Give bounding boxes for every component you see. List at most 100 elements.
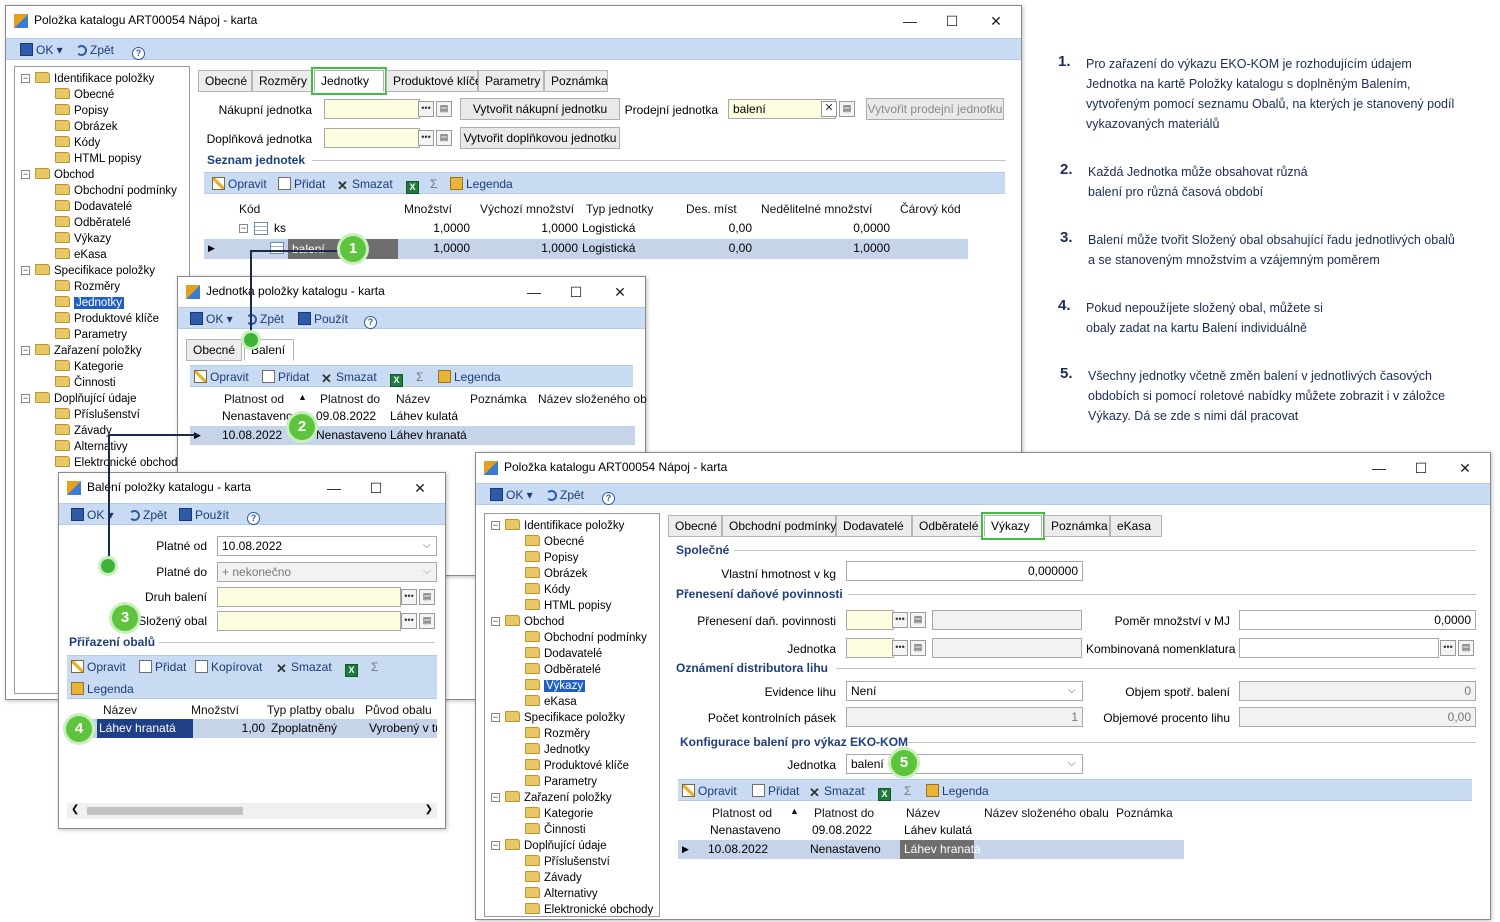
delete-button[interactable]: ✕ Smazat <box>808 782 865 800</box>
tree-item[interactable]: Odběratelé <box>525 662 601 678</box>
clear-icon[interactable]: ✕ <box>821 101 837 117</box>
edit-button[interactable]: Opravit <box>71 658 126 676</box>
collapse-icon[interactable]: − <box>21 266 30 275</box>
tree-item[interactable]: Obchodní podmínky <box>55 183 177 199</box>
hmotnost-input[interactable]: 0,000000 <box>846 561 1083 581</box>
tree-item[interactable]: Jednotky <box>55 295 125 311</box>
tab-odberatele[interactable]: Odběratelé <box>912 515 982 537</box>
col-vychozi[interactable]: Výchozí množství <box>480 202 574 216</box>
tree-item[interactable]: Rozměry <box>525 726 590 742</box>
back-button[interactable]: Zpět <box>129 506 167 524</box>
col-carovy[interactable]: Čárový kód <box>900 202 961 216</box>
use-button[interactable]: Použít <box>179 506 229 524</box>
chevron-down-icon[interactable]: ⌵ <box>1068 681 1076 700</box>
col-typ-platby[interactable]: Typ platby obalu <box>267 703 354 717</box>
scroll-left-icon[interactable]: ❮ <box>71 804 79 815</box>
collapse-icon[interactable]: − <box>239 224 248 233</box>
back-button[interactable]: Zpět <box>546 486 584 504</box>
lookup-icon[interactable]: ▤ <box>436 101 452 117</box>
collapse-icon[interactable]: − <box>491 793 500 802</box>
tab-obecne[interactable]: Obecné <box>198 70 252 92</box>
tree-item[interactable]: Produktové klíče <box>525 758 629 774</box>
collapse-icon[interactable]: − <box>21 74 30 83</box>
col-platnost-do[interactable]: Platnost do <box>320 392 380 406</box>
minimize-icon[interactable]: — <box>519 281 549 303</box>
tree-item[interactable]: Obchodní podmínky <box>525 630 647 646</box>
col-platnost-od[interactable]: Platnost od <box>224 392 284 406</box>
maximize-icon[interactable]: ☐ <box>561 281 591 303</box>
minimize-icon[interactable]: — <box>895 10 925 32</box>
tree-item[interactable]: Identifikace položky <box>505 518 624 534</box>
legend-button[interactable]: Legenda <box>450 175 513 193</box>
tab-jednotky[interactable]: Jednotky <box>311 67 387 95</box>
excel-button[interactable]: X <box>390 368 406 387</box>
table-row[interactable]: ▶ 10.08.2022 Nenastaveno Láhev hranatá <box>678 840 1184 859</box>
tree-item[interactable]: Obchod <box>505 614 564 630</box>
tree-item[interactable]: Obecné <box>55 87 114 103</box>
legend-button[interactable]: Legenda <box>71 680 134 698</box>
edit-button[interactable]: Opravit <box>194 368 249 386</box>
tree-item[interactable]: Zařazení položky <box>505 790 612 806</box>
add-button[interactable]: Přidat <box>752 782 799 800</box>
pasky-input[interactable]: 1 <box>846 707 1083 727</box>
close-icon[interactable]: ✕ <box>605 281 635 303</box>
tree-item[interactable]: Dodavatelé <box>525 646 602 662</box>
tree-item[interactable]: Parametry <box>525 774 597 790</box>
lookup-icon[interactable]: ▤ <box>1458 640 1474 656</box>
tree-item[interactable]: Produktové klíče <box>55 311 159 327</box>
tree-item[interactable]: Závady <box>525 870 582 886</box>
col-platnost-od[interactable]: Platnost od <box>712 806 772 820</box>
tree-item[interactable]: Popisy <box>525 550 579 566</box>
table-row[interactable]: ▶ 10.08.2022 Nenastaveno Láhev hranatá <box>190 426 635 445</box>
legend-button[interactable]: Legenda <box>926 782 989 800</box>
tree-item[interactable]: eKasa <box>525 694 577 710</box>
scroll-thumb[interactable] <box>87 807 243 815</box>
create-doplnkova-button[interactable]: Vytvořit doplňkovou jednotku <box>460 127 620 149</box>
tab-obecne[interactable]: Obecné <box>186 339 242 361</box>
tree-item[interactable]: Jednotky <box>525 742 590 758</box>
col-nazev-slozeneho[interactable]: Název složeného ob <box>538 392 647 406</box>
tree-item[interactable]: Elektronické obchody <box>55 455 183 471</box>
sum-button[interactable]: Σ <box>904 782 911 800</box>
delete-button[interactable]: ✕ Smazat <box>336 175 393 193</box>
tab-produktove-klice[interactable]: Produktové klíče <box>386 70 482 92</box>
tree-item[interactable]: Příslušenství <box>55 407 140 423</box>
druh-input[interactable] <box>217 587 401 607</box>
tab-ekasa[interactable]: eKasa <box>1110 515 1162 537</box>
sum-button[interactable]: Σ <box>416 368 423 386</box>
tree-item[interactable]: Kategorie <box>525 806 593 822</box>
tab-poznamka[interactable]: Poznámka <box>544 70 608 92</box>
tree-item[interactable]: Výkazy <box>55 231 111 247</box>
col-mnozstvi[interactable]: Množství <box>404 202 452 216</box>
tree-item[interactable]: Parametry <box>55 327 127 343</box>
back-button[interactable]: Zpět <box>76 41 114 59</box>
tree-item[interactable]: Kategorie <box>55 359 123 375</box>
tree-item[interactable]: Kódy <box>55 135 100 151</box>
minimize-icon[interactable]: — <box>1364 457 1394 479</box>
col-kod[interactable]: Kód <box>239 202 260 216</box>
collapse-icon[interactable]: − <box>21 170 30 179</box>
chevron-down-icon[interactable]: ⌵ <box>423 536 431 555</box>
nakupni-input[interactable] <box>324 99 420 119</box>
excel-button[interactable]: X <box>345 658 361 677</box>
tree-item[interactable]: Alternativy <box>55 439 128 455</box>
lookup-icon[interactable]: ▤ <box>910 640 926 656</box>
help-button[interactable]: ? <box>247 506 263 525</box>
platne-do-input[interactable]: + nekonečno <box>217 562 437 582</box>
kombinovana-input[interactable] <box>1239 638 1439 658</box>
prodejni-input[interactable]: balení <box>728 99 836 119</box>
tab-dodavatele[interactable]: Dodavatelé <box>836 515 912 537</box>
col-puvod[interactable]: Původ obalu <box>365 703 432 717</box>
tree-item[interactable]: Obrázek <box>525 566 587 582</box>
lookup-icon[interactable]: ▤ <box>910 612 926 628</box>
ok-button[interactable]: OK ▾ <box>20 41 63 59</box>
tab-obecne[interactable]: Obecné <box>668 515 722 537</box>
tree-item[interactable]: Obrázek <box>55 119 117 135</box>
create-prodejni-button[interactable]: Vytvořit prodejní jednotku <box>866 98 1004 120</box>
col-nazev[interactable]: Název <box>906 806 940 820</box>
lookup-icon[interactable]: ▤ <box>436 130 452 146</box>
tree-item[interactable]: HTML popisy <box>55 151 141 167</box>
close-icon[interactable]: ✕ <box>405 477 435 499</box>
col-nazev[interactable]: Název <box>396 392 430 406</box>
maximize-icon[interactable]: ☐ <box>361 477 391 499</box>
